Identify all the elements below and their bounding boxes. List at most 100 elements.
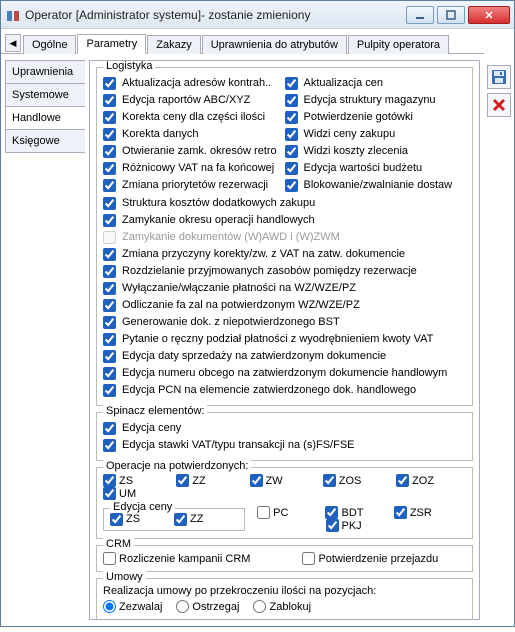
radio-caption: Realizacja umowy po przekroczeniu ilości… bbox=[103, 585, 466, 597]
tab-zakazy[interactable]: Zakazy bbox=[147, 35, 200, 54]
logistyka-c2-2-checkbox[interactable] bbox=[285, 111, 298, 124]
tab-ogolne[interactable]: Ogólne bbox=[23, 35, 76, 54]
logistyka-c1-5-label: Różnicowy VAT na fa końcowej bbox=[122, 162, 274, 174]
subgroup-edycja-ceny: Edycja ceny ZSZZ bbox=[103, 508, 245, 531]
logistyka-full-10-checkbox[interactable] bbox=[103, 367, 116, 380]
tab-uprawnienia-atrybutow[interactable]: Uprawnienia do atrybutów bbox=[202, 35, 347, 54]
group-title-logistyka: Logistyka bbox=[103, 60, 155, 72]
op-r2-3-checkbox[interactable] bbox=[326, 519, 339, 532]
logistyka-c1-3-checkbox[interactable] bbox=[103, 128, 116, 141]
tab-scroll-left[interactable]: ◀ bbox=[5, 34, 21, 52]
op-r1-1[interactable]: ZZ bbox=[176, 474, 228, 487]
op-r1-2-checkbox[interactable] bbox=[250, 474, 263, 487]
op-r2-3[interactable]: PKJ bbox=[326, 519, 378, 532]
op-r1-1-checkbox[interactable] bbox=[176, 474, 189, 487]
op-r1-0[interactable]: ZS bbox=[103, 474, 155, 487]
logistyka-c1-0-label: Aktualizacja adresów kontrah.. bbox=[122, 77, 271, 89]
operator-window: Operator [Administrator systemu]- zostan… bbox=[0, 0, 515, 627]
logistyka-c1-1-checkbox[interactable] bbox=[103, 94, 116, 107]
logistyka-full-6-checkbox[interactable] bbox=[103, 299, 116, 312]
op-sub-1-checkbox[interactable] bbox=[174, 513, 187, 526]
umowy-radio-input-2[interactable] bbox=[253, 600, 266, 613]
logistyka-c2-0-checkbox[interactable] bbox=[285, 77, 298, 90]
op-r1-5[interactable]: UM bbox=[103, 487, 155, 500]
logistyka-c1-6-checkbox[interactable] bbox=[103, 179, 116, 192]
logistyka-full-7-checkbox[interactable] bbox=[103, 316, 116, 329]
op-r2-2-checkbox[interactable] bbox=[394, 506, 407, 519]
logistyka-c2-4-checkbox[interactable] bbox=[285, 145, 298, 158]
logistyka-full-4: Rozdzielanie przyjmowanych zasobów pomię… bbox=[103, 263, 466, 279]
delete-button[interactable] bbox=[487, 93, 511, 117]
logistyka-full-0-label: Struktura kosztów dodatkowych zakupu bbox=[122, 197, 315, 209]
logistyka-c1-0-checkbox[interactable] bbox=[103, 77, 116, 90]
logistyka-c2-1-label: Edycja struktury magazynu bbox=[304, 94, 436, 106]
spinacz-1: Edycja stawki VAT/typu transakcji na (s)… bbox=[103, 437, 466, 453]
maximize-button[interactable] bbox=[437, 6, 465, 24]
umowy-radio-2[interactable]: Zablokuj bbox=[253, 600, 311, 613]
logistyka-c1-4-checkbox[interactable] bbox=[103, 145, 116, 158]
settings-panel: Logistyka Aktualizacja adresów kontrah..… bbox=[89, 60, 480, 620]
group-umowy: Umowy Realizacja umowy po przekroczeniu … bbox=[96, 578, 473, 619]
op-r2-1-checkbox[interactable] bbox=[325, 506, 338, 519]
group-spinacz: Spinacz elementów: Edycja cenyEdycja sta… bbox=[96, 412, 473, 461]
logistyka-c1-2-checkbox[interactable] bbox=[103, 111, 116, 124]
op-r2-1[interactable]: BDT bbox=[325, 506, 377, 519]
vtab-ksiegowe[interactable]: Księgowe bbox=[5, 129, 85, 153]
minimize-button[interactable] bbox=[406, 6, 434, 24]
spinacz-0-checkbox[interactable] bbox=[103, 422, 116, 435]
tab-parametry[interactable]: Parametry bbox=[77, 34, 146, 54]
logistyka-full-5-checkbox[interactable] bbox=[103, 282, 116, 295]
logistyka-full-9-checkbox[interactable] bbox=[103, 350, 116, 363]
op-r2-0[interactable]: PC bbox=[257, 506, 309, 519]
group-logistyka: Logistyka Aktualizacja adresów kontrah..… bbox=[96, 67, 473, 406]
crm-0-checkbox[interactable] bbox=[103, 552, 116, 565]
op-sub-0-checkbox[interactable] bbox=[110, 513, 123, 526]
op-r1-4-checkbox[interactable] bbox=[396, 474, 409, 487]
umowy-radio-input-0[interactable] bbox=[103, 600, 116, 613]
spinacz-1-checkbox[interactable] bbox=[103, 439, 116, 452]
vtab-systemowe[interactable]: Systemowe bbox=[5, 83, 85, 107]
tab-pulpity[interactable]: Pulpity operatora bbox=[348, 35, 449, 54]
op-r1-3[interactable]: ZOS bbox=[323, 474, 375, 487]
logistyka-c2-6-checkbox[interactable] bbox=[285, 179, 298, 192]
op-r1-0-checkbox[interactable] bbox=[103, 474, 116, 487]
close-button[interactable] bbox=[468, 6, 510, 24]
logistyka-c1-1: Edycja raportów ABC/XYZ bbox=[103, 92, 285, 108]
op-r1-2[interactable]: ZW bbox=[250, 474, 302, 487]
logistyka-c1-2: Korekta ceny dla części ilości bbox=[103, 109, 285, 125]
logistyka-full-1: Zamykanie okresu operacji handlowych bbox=[103, 212, 466, 228]
logistyka-c1-5-checkbox[interactable] bbox=[103, 162, 116, 175]
crm-1-checkbox[interactable] bbox=[302, 552, 315, 565]
op-sub-1[interactable]: ZZ bbox=[174, 513, 226, 526]
umowy-radio-input-1[interactable] bbox=[176, 600, 189, 613]
op-r2-0-checkbox[interactable] bbox=[257, 506, 270, 519]
logistyka-c2-1-checkbox[interactable] bbox=[285, 94, 298, 107]
logistyka-c1-6-label: Zmiana priorytetów rezerwacji bbox=[122, 179, 268, 191]
logistyka-full-2: Zamykanie dokumentów (W)AWD i (W)ZWM bbox=[103, 229, 466, 245]
logistyka-c2-3-checkbox[interactable] bbox=[285, 128, 298, 141]
vtab-handlowe[interactable]: Handlowe bbox=[5, 106, 85, 130]
logistyka-full-3-label: Zmiana przyczyny korekty/zw. z VAT na za… bbox=[122, 248, 405, 260]
subgroup-title-edycja-ceny: Edycja ceny bbox=[110, 501, 175, 513]
umowy-radio-1[interactable]: Ostrzegaj bbox=[176, 600, 239, 613]
logistyka-full-4-checkbox[interactable] bbox=[103, 265, 116, 278]
logistyka-c2-6: Blokowanie/zwalnianie dostaw bbox=[285, 177, 467, 193]
logistyka-full-1-checkbox[interactable] bbox=[103, 214, 116, 227]
crm-0[interactable]: Rozliczenie kampanii CRM bbox=[103, 552, 250, 565]
op-r2-2[interactable]: ZSR bbox=[394, 506, 446, 519]
op-sub-0[interactable]: ZS bbox=[110, 513, 162, 526]
op-r1-3-checkbox[interactable] bbox=[323, 474, 336, 487]
logistyka-full-0-checkbox[interactable] bbox=[103, 197, 116, 210]
logistyka-full-8-checkbox[interactable] bbox=[103, 333, 116, 346]
vtab-uprawnienia[interactable]: Uprawnienia bbox=[5, 60, 85, 84]
logistyka-c1-2-label: Korekta ceny dla części ilości bbox=[122, 111, 265, 123]
save-button[interactable] bbox=[487, 65, 511, 89]
logistyka-full-10: Edycja numeru obcego na zatwierdzonym do… bbox=[103, 365, 466, 381]
op-r1-5-checkbox[interactable] bbox=[103, 487, 116, 500]
logistyka-full-11-checkbox[interactable] bbox=[103, 384, 116, 397]
crm-1[interactable]: Potwierdzenie przejazdu bbox=[302, 552, 438, 565]
op-r1-4[interactable]: ZOZ bbox=[396, 474, 448, 487]
logistyka-c2-5-checkbox[interactable] bbox=[285, 162, 298, 175]
umowy-radio-0[interactable]: Zezwalaj bbox=[103, 600, 162, 613]
logistyka-full-3-checkbox[interactable] bbox=[103, 248, 116, 261]
